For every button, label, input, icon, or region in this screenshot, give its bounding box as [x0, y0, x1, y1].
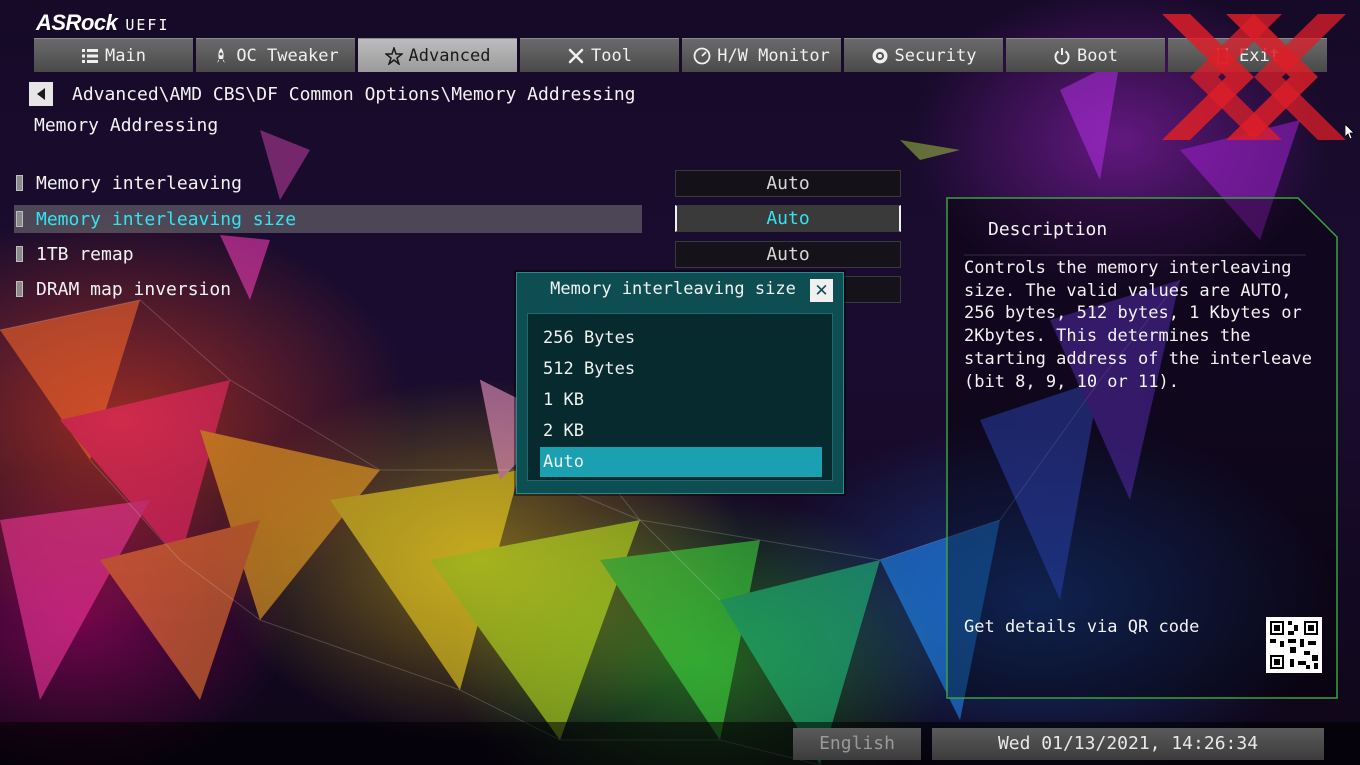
- tab-security-label: Security: [894, 45, 977, 66]
- brand-logo: ASRock UEFI: [36, 10, 169, 36]
- setting-label: Memory interleaving: [36, 172, 242, 194]
- description-title: Description: [988, 219, 1108, 240]
- description-text: Controls the memory interleaving size. T…: [964, 258, 1312, 392]
- tools-icon: [568, 48, 584, 63]
- tab-advanced[interactable]: Advanced: [358, 38, 517, 72]
- section-title: Memory Addressing: [34, 115, 219, 136]
- tab-oc-tweaker-label: OC Tweaker: [236, 45, 339, 66]
- qr-code-icon[interactable]: [1266, 617, 1322, 673]
- description-panel: Description Controls the memory interlea…: [946, 197, 1338, 699]
- tab-oc-tweaker[interactable]: OC Tweaker: [196, 38, 355, 72]
- power-icon: [1054, 47, 1070, 64]
- watermark-logo: [1162, 14, 1346, 140]
- monitor-icon: [693, 47, 711, 64]
- popup-option-list: 256 Bytes 512 Bytes 1 KB 2 KB Auto: [527, 313, 833, 481]
- popup-option-1-kb[interactable]: 1 KB: [540, 385, 822, 415]
- tab-security[interactable]: Security: [844, 38, 1003, 72]
- row-bullet: [16, 281, 23, 297]
- popup-option-512-bytes[interactable]: 512 Bytes: [540, 354, 822, 384]
- tab-boot-label: Boot: [1077, 45, 1118, 66]
- row-bullet: [16, 211, 23, 227]
- star-icon: [384, 46, 403, 65]
- tab-tool[interactable]: Tool: [520, 38, 679, 72]
- setting-label: 1TB remap: [36, 243, 134, 265]
- tab-hw-monitor-label: H/W Monitor: [717, 45, 830, 66]
- breadcrumb: Advanced\AMD CBS\DF Common Options\Memor…: [72, 84, 636, 105]
- brand-suffix: UEFI: [125, 16, 170, 34]
- list-icon: [82, 48, 99, 63]
- option-popup: Memory interleaving size ✕ 256 Bytes 512…: [516, 272, 844, 494]
- setting-row-1tb-remap[interactable]: 1TB remap: [14, 240, 642, 268]
- row-bullet: [16, 175, 23, 191]
- back-button[interactable]: [29, 82, 53, 106]
- setting-label: Memory interleaving size: [36, 208, 297, 230]
- tab-boot[interactable]: Boot: [1006, 38, 1165, 72]
- tab-tool-label: Tool: [591, 45, 632, 66]
- tab-hw-monitor[interactable]: H/W Monitor: [682, 38, 841, 72]
- popup-option-2-kb[interactable]: 2 KB: [540, 416, 822, 446]
- mouse-cursor-icon: [1345, 124, 1355, 140]
- tab-advanced-label: Advanced: [408, 45, 491, 66]
- language-button[interactable]: English: [793, 728, 921, 760]
- value-memory-interleaving[interactable]: Auto: [675, 170, 901, 197]
- tab-main-label: Main: [105, 45, 146, 66]
- row-bullet: [16, 246, 23, 262]
- chevron-left-icon: [37, 88, 45, 100]
- value-memory-interleaving-size[interactable]: Auto: [675, 205, 901, 232]
- popup-close-button[interactable]: ✕: [810, 279, 833, 302]
- qr-label: Get details via QR code: [964, 617, 1200, 637]
- popup-option-auto[interactable]: Auto: [540, 447, 822, 477]
- rocket-icon: [217, 47, 226, 63]
- value-1tb-remap[interactable]: Auto: [675, 241, 901, 268]
- close-icon: ✕: [814, 280, 829, 301]
- shield-icon: [872, 48, 888, 63]
- setting-label: DRAM map inversion: [36, 278, 232, 300]
- setting-row-memory-interleaving[interactable]: Memory interleaving: [14, 169, 642, 197]
- tab-main[interactable]: Main: [34, 38, 193, 72]
- datetime-display: Wed 01/13/2021, 14:26:34: [932, 728, 1324, 760]
- main-tab-bar: Main OC Tweaker Advanced Tool H/W Monito…: [34, 38, 1327, 72]
- popup-option-256-bytes[interactable]: 256 Bytes: [540, 323, 822, 353]
- popup-title: Memory interleaving size: [550, 279, 796, 299]
- setting-row-memory-interleaving-size[interactable]: Memory interleaving size: [14, 205, 642, 233]
- brand-name: ASRock: [36, 10, 118, 35]
